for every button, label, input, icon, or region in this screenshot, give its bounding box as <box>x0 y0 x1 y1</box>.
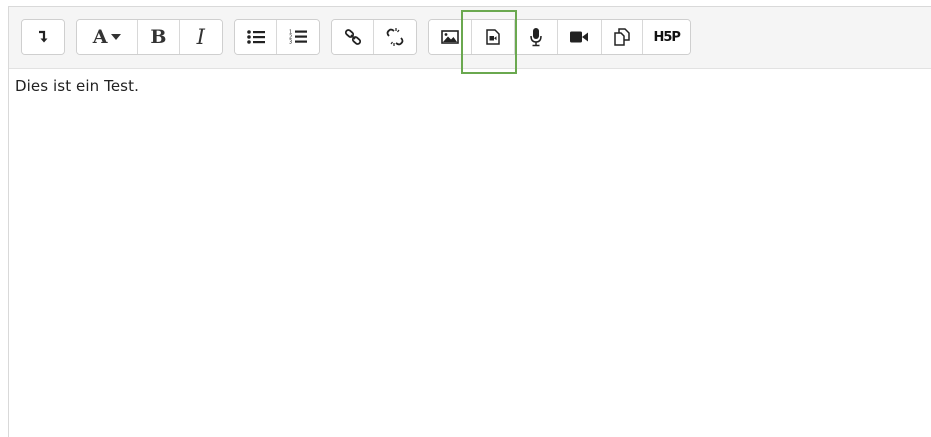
h5p-icon: H5P <box>653 29 680 45</box>
bold-letter: B <box>150 26 167 48</box>
link-icon <box>344 29 361 45</box>
record-audio-button[interactable] <box>515 20 559 54</box>
editor-content[interactable]: Dies ist ein Test. <box>15 77 139 95</box>
manage-files-button[interactable] <box>601 20 644 54</box>
toolbar-group-media: H5P <box>428 19 691 55</box>
bold-button[interactable]: B <box>138 20 180 54</box>
italic-button[interactable]: I <box>179 20 222 54</box>
insert-media-button[interactable] <box>471 20 516 54</box>
files-icon <box>614 28 630 46</box>
svg-text:3: 3 <box>289 40 292 46</box>
font-letter: A <box>92 26 108 48</box>
toolbar-group-lists: 1 2 3 <box>234 19 320 55</box>
show-more-button[interactable] <box>22 20 64 54</box>
paragraph-style-button[interactable]: A <box>77 20 139 54</box>
insert-h5p-button[interactable]: H5P <box>643 20 690 54</box>
editor-toolbar: A B I 1 2 3 H5P <box>9 7 931 74</box>
numbered-list-icon: 1 2 3 <box>289 30 307 46</box>
media-file-icon <box>486 29 500 45</box>
toolbar-group-formatting: A B I <box>76 19 223 55</box>
record-video-button[interactable] <box>558 20 602 54</box>
video-camera-icon <box>570 31 589 43</box>
microphone-icon <box>530 28 542 47</box>
unordered-list-button[interactable] <box>235 20 278 54</box>
toolbar-group-show-more <box>21 19 65 55</box>
ordered-list-button[interactable]: 1 2 3 <box>277 20 319 54</box>
bullet-list-icon <box>246 30 265 44</box>
unlink-button[interactable] <box>374 20 416 54</box>
image-icon <box>441 30 459 44</box>
text-editor: A B I 1 2 3 H5P Dies ist ein Test. <box>8 6 931 437</box>
unlink-icon <box>386 28 404 46</box>
toolbar-group-links <box>331 19 417 55</box>
insert-image-button[interactable] <box>429 20 472 54</box>
italic-letter: I <box>196 25 205 49</box>
toggle-arrow-icon <box>39 30 48 43</box>
chevron-down-icon <box>111 34 122 40</box>
link-button[interactable] <box>332 20 375 54</box>
